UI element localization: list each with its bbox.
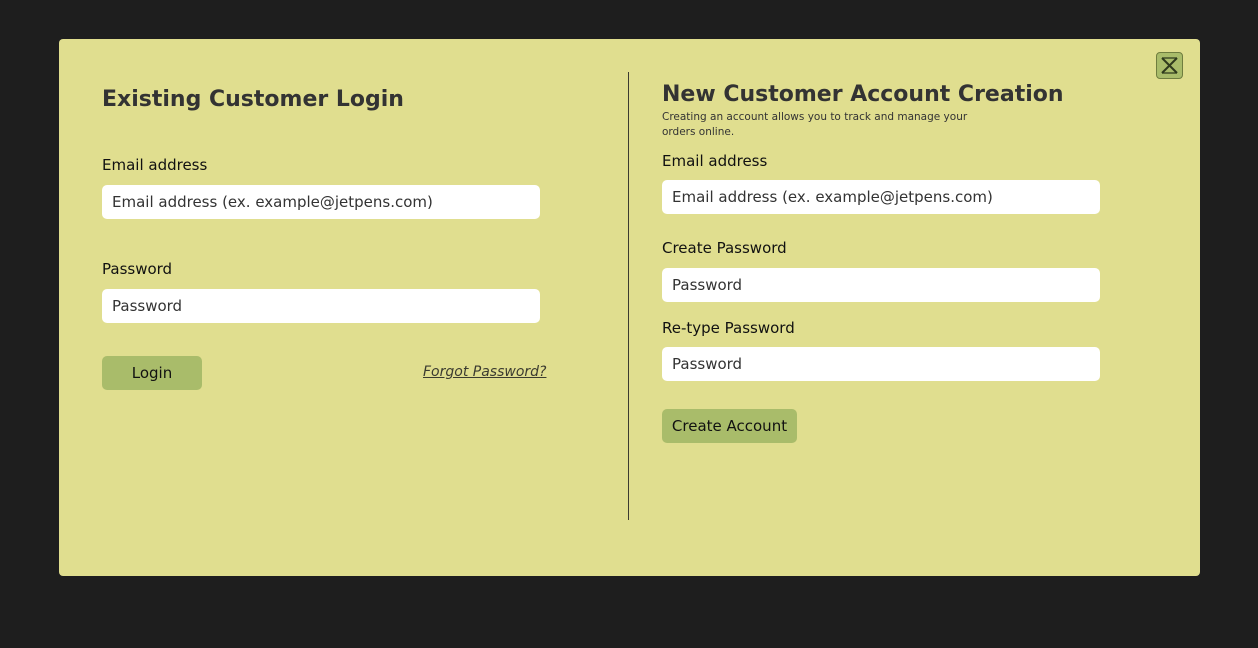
login-modal: Existing Customer Login Email address Pa…: [59, 39, 1200, 576]
forgot-password-link[interactable]: Forgot Password?: [423, 364, 546, 380]
login-email-label: Email address: [102, 156, 208, 174]
create-password-input[interactable]: [662, 268, 1100, 302]
login-password-label: Password: [102, 260, 173, 278]
signup-email-input[interactable]: [662, 180, 1100, 214]
create-password-label: Create Password: [662, 239, 787, 257]
close-button[interactable]: [1156, 52, 1183, 79]
signup-email-label: Email address: [662, 152, 768, 170]
retype-password-label: Re-type Password: [662, 319, 795, 337]
section-divider: [628, 72, 629, 520]
login-password-input[interactable]: [102, 289, 540, 323]
create-account-button[interactable]: Create Account: [662, 409, 797, 443]
signup-description: Creating an account allows you to track …: [662, 111, 968, 138]
close-x-icon: [1161, 57, 1178, 74]
login-button[interactable]: Login: [102, 356, 202, 390]
signup-heading: New Customer Account Creation: [662, 82, 1064, 107]
login-email-input[interactable]: [102, 185, 540, 219]
retype-password-input[interactable]: [662, 347, 1100, 381]
login-heading: Existing Customer Login: [102, 87, 404, 112]
